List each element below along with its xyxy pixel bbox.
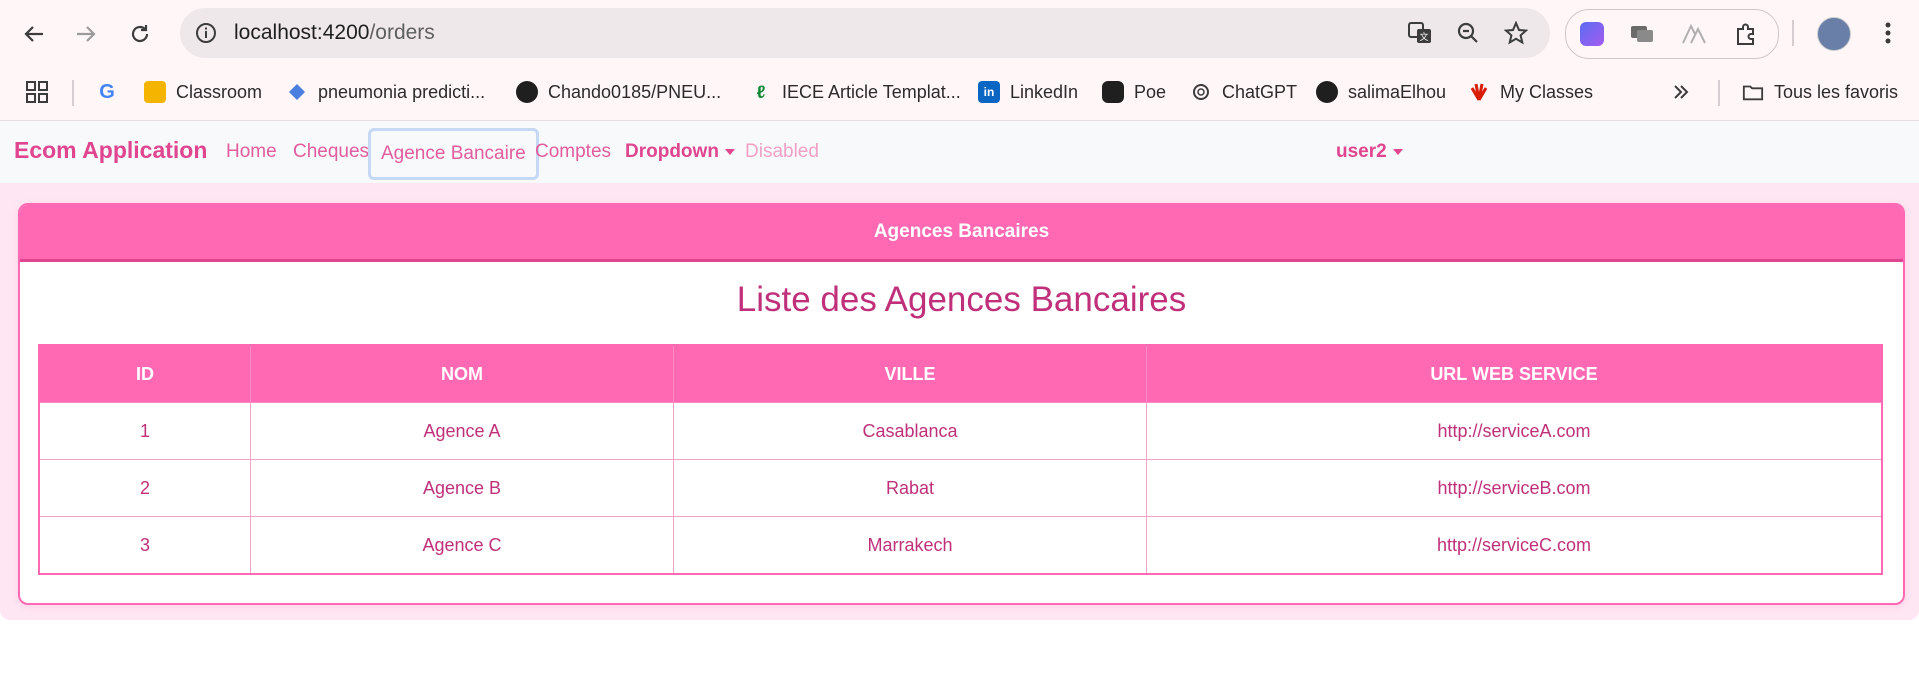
cell-url: http://serviceA.com <box>1146 402 1883 460</box>
bookmarks-bar: G Classroom pneumonia predicti... Chando… <box>0 66 1919 121</box>
poe-icon <box>1102 81 1124 103</box>
column-header-id: ID <box>38 344 251 403</box>
content-area: Agences Bancaires Liste des Agences Banc… <box>0 183 1919 620</box>
cell-id: 1 <box>38 402 251 460</box>
google-classroom-icon <box>144 81 166 103</box>
table-row: 2 Agence B Rabat http://serviceB.com <box>38 459 1883 517</box>
all-bookmarks-folder[interactable]: Tous les favoris <box>1742 77 1898 107</box>
google-icon: G <box>99 80 115 103</box>
cell-nom: Agence B <box>250 459 674 517</box>
cell-url: http://serviceC.com <box>1146 516 1883 575</box>
nav-dropdown[interactable]: Dropdown <box>625 141 735 163</box>
cell-id: 3 <box>38 516 251 575</box>
table-row: 3 Agence C Marrakech http://serviceC.com <box>38 516 1883 575</box>
cell-ville: Rabat <box>673 459 1147 517</box>
arrow-right-icon <box>77 26 96 42</box>
url-text[interactable]: localhost:4200/orders <box>234 21 435 45</box>
bookmark-chando[interactable]: Chando0185/PNEU... <box>516 77 721 107</box>
brand-link[interactable]: Ecom Application <box>14 137 207 164</box>
table-row: 1 Agence A Casablanca http://serviceA.co… <box>38 402 1883 460</box>
bookmark-poe[interactable]: Poe <box>1102 77 1166 107</box>
url-host: localhost:4200 <box>234 21 370 44</box>
column-header-url: URL WEB SERVICE <box>1146 344 1883 403</box>
extensions-puzzle-icon[interactable] <box>1732 20 1760 48</box>
agences-table: ID NOM VILLE URL WEB SERVICE 1 Agence A … <box>38 344 1883 575</box>
reload-button[interactable] <box>122 16 158 52</box>
bookmark-my-classes[interactable]: My Classes <box>1468 77 1593 107</box>
github-icon <box>1316 81 1338 103</box>
app-navbar: Ecom Application Home Cheques Agence Ban… <box>0 121 1919 183</box>
github-icon <box>516 81 538 103</box>
nav-dropdown-label: Dropdown <box>625 141 719 162</box>
zoom-icon[interactable] <box>1454 19 1482 47</box>
cell-nom: Agence A <box>250 402 674 460</box>
bookmarks-divider-right <box>1718 80 1720 106</box>
nav-comptes[interactable]: Comptes <box>535 141 611 163</box>
extensions-group <box>1565 9 1779 59</box>
bookmark-salima[interactable]: salimaElhou <box>1316 77 1446 107</box>
nav-cheques[interactable]: Cheques <box>293 141 369 163</box>
bookmark-label: Chando0185/PNEU... <box>548 81 722 102</box>
huawei-icon <box>1468 81 1490 103</box>
extension-purple-icon[interactable] <box>1578 20 1606 48</box>
table-header-row: ID NOM VILLE URL WEB SERVICE <box>38 344 1883 403</box>
overleaf-icon: ℓ <box>756 81 766 102</box>
bookmarks-divider <box>72 80 74 106</box>
user-name: user2 <box>1336 141 1387 162</box>
nav-disabled: Disabled <box>745 141 819 162</box>
bookmark-classroom[interactable]: Classroom <box>144 77 262 107</box>
bookmark-label: salimaElhou <box>1348 81 1447 102</box>
bookmark-pneumonia[interactable]: pneumonia predicti... <box>286 77 485 107</box>
bookmark-linkedin[interactable]: in LinkedIn <box>978 77 1078 107</box>
bookmark-label: pneumonia predicti... <box>318 81 486 102</box>
cell-ville: Casablanca <box>673 402 1147 460</box>
all-bookmarks-label: Tous les favoris <box>1774 81 1899 102</box>
translate-icon[interactable]: 文 <box>1406 19 1434 47</box>
bookmark-chatgpt[interactable]: ChatGPT <box>1190 77 1297 107</box>
cell-id: 2 <box>38 459 251 517</box>
bookmark-label: My Classes <box>1500 81 1594 102</box>
address-bar[interactable]: localhost:4200/orders 文 <box>180 8 1550 58</box>
bookmark-label: LinkedIn <box>1010 81 1079 102</box>
site-info-icon[interactable] <box>194 21 218 45</box>
bookmark-iece[interactable]: ℓ IECE Article Templat... <box>750 77 961 107</box>
diamond-icon <box>286 81 308 103</box>
arrow-left-icon <box>24 26 43 42</box>
linkedin-icon: in <box>978 81 1000 103</box>
toolbar-divider <box>1792 20 1794 46</box>
browser-menu-icon[interactable] <box>1873 16 1903 50</box>
bookmark-label: Poe <box>1134 81 1167 102</box>
cell-nom: Agence C <box>250 516 674 575</box>
google-bookmark[interactable]: G <box>96 77 118 107</box>
column-header-nom: NOM <box>250 344 674 403</box>
url-path: /orders <box>369 21 435 44</box>
extension-mountain-icon[interactable] <box>1680 20 1708 48</box>
bookmark-label: Classroom <box>176 81 263 102</box>
column-header-ville: VILLE <box>673 344 1147 403</box>
browser-toolbar: localhost:4200/orders 文 <box>0 0 1919 66</box>
back-button[interactable] <box>16 16 52 52</box>
more-bookmarks-icon[interactable] <box>1672 77 1690 107</box>
nav-agence-bancaire[interactable]: Agence Bancaire <box>368 128 539 180</box>
reload-icon <box>131 25 149 43</box>
extension-chat-icon[interactable] <box>1628 20 1656 48</box>
agences-card: Agences Bancaires Liste des Agences Banc… <box>18 203 1905 605</box>
user-dropdown[interactable]: user2 <box>1336 141 1403 163</box>
chatgpt-icon <box>1190 81 1212 103</box>
folder-icon <box>1742 81 1764 103</box>
page-title: Liste des Agences Bancaires <box>736 280 1187 319</box>
cell-url: http://serviceB.com <box>1146 459 1883 517</box>
svg-text:文: 文 <box>1419 31 1428 42</box>
card-header: Agences Bancaires <box>20 205 1903 262</box>
forward-button[interactable] <box>68 16 104 52</box>
bookmark-label: ChatGPT <box>1222 81 1298 102</box>
caret-down-icon <box>1392 148 1403 155</box>
caret-down-icon <box>724 148 735 155</box>
cell-ville: Marrakech <box>673 516 1147 575</box>
nav-home[interactable]: Home <box>226 141 277 163</box>
apps-grid-icon[interactable] <box>26 77 48 107</box>
profile-avatar[interactable] <box>1817 17 1851 51</box>
bookmark-label: IECE Article Templat... <box>782 81 961 102</box>
star-bookmark-icon[interactable] <box>1502 19 1530 47</box>
